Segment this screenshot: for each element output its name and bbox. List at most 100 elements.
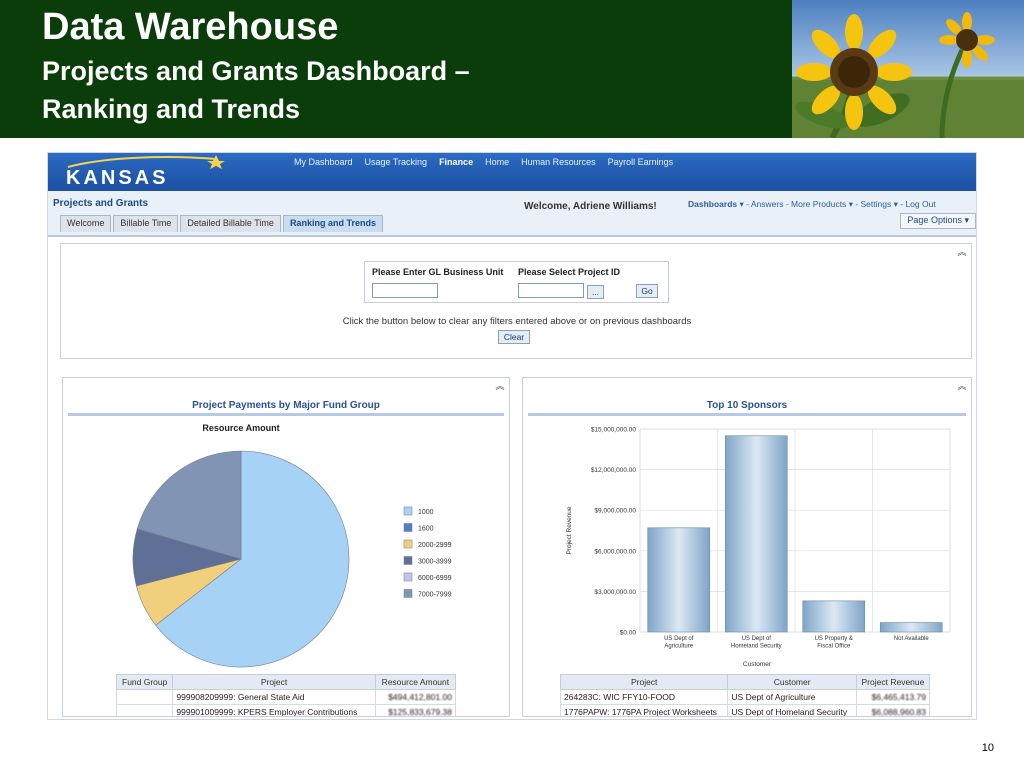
tab-billable-time[interactable]: Billable Time: [113, 215, 179, 232]
chevron-down-icon: ▾ ‑: [739, 199, 751, 209]
filter-panel: ︽ Please Enter GL Business Unit Please S…: [60, 243, 972, 359]
clear-button[interactable]: Clear: [498, 330, 530, 344]
settings-link[interactable]: Settings: [861, 199, 892, 209]
nav-my-dashboard[interactable]: My Dashboard: [294, 157, 353, 167]
panel-rule: [68, 413, 504, 416]
nav-finance[interactable]: Finance: [439, 157, 473, 167]
table-row: 1776PAPW: 1776PA Project Worksheets US D…: [559, 704, 931, 716]
nav-payroll-earnings[interactable]: Payroll Earnings: [608, 157, 674, 167]
project-cell: 999908209999: General State Aid: [172, 689, 376, 705]
answers-link[interactable]: Answers: [751, 199, 784, 209]
col-header[interactable]: Resource Amount: [374, 674, 457, 690]
legend-swatch: [403, 523, 413, 532]
bu-prompt-label: Please Enter GL Business Unit: [372, 267, 504, 277]
slide-header: Data Warehouse Projects and Grants Dashb…: [0, 0, 1024, 138]
page-number: 10: [981, 742, 994, 754]
slide-subtitle-line2: Ranking and Trends: [42, 94, 301, 124]
nav-human-resources[interactable]: Human Resources: [521, 157, 596, 167]
chevron-down-icon: ▾ ‑: [893, 199, 906, 209]
bar: [724, 435, 788, 633]
pie-panel-title: Project Payments by Major Fund Group: [192, 400, 380, 411]
project-revenue-cell: $6,088,960.83: [855, 704, 931, 716]
top-nav: My Dashboard Usage Tracking Finance Home…: [294, 157, 685, 167]
collapse-icon[interactable]: ︽: [957, 247, 967, 257]
y-tick-label: $0.00: [620, 630, 637, 637]
x-tick-label: US Property &: [815, 636, 853, 642]
pie-chart: Resource Amount 1000 1600 2000-2999 3000-399…: [132, 423, 452, 668]
tab-detailed-billable-time[interactable]: Detailed Billable Time: [180, 215, 281, 232]
collapse-icon[interactable]: ︽: [495, 381, 505, 391]
legend-swatch: [403, 506, 413, 516]
welcome-text: Welcome, Adriene Williams!: [524, 201, 657, 212]
panel-rule: [528, 413, 966, 416]
x-tick-label: Fiscal Office: [817, 644, 851, 650]
legend-label: 7000-7999: [418, 592, 452, 599]
bar: [647, 527, 711, 633]
sunflower-photo: [792, 0, 1024, 138]
col-header[interactable]: Project: [172, 674, 376, 690]
slide-title: Data Warehouse: [42, 6, 339, 48]
chevron-down-icon: ▾ ‑: [848, 199, 861, 209]
nav-usage-tracking[interactable]: Usage Tracking: [365, 157, 428, 167]
global-links: Dashboards ▾ ‑ Answers ‑ More Products ▾…: [688, 199, 936, 210]
col-header[interactable]: Customer: [727, 674, 857, 690]
tab-welcome[interactable]: Welcome: [60, 215, 112, 232]
dashboards-link[interactable]: Dashboards: [688, 199, 737, 209]
y-tick-label: $9,000,000.00: [594, 508, 636, 515]
project-cell: 264283C: WIC FFY10-FOOD: [559, 689, 729, 705]
customer-cell: US Dept of Agriculture: [727, 689, 857, 705]
tab-ranking-and-trends[interactable]: Ranking and Trends: [282, 215, 383, 232]
nav-home[interactable]: Home: [485, 157, 509, 167]
bar: [802, 600, 866, 633]
x-tick-label: Homeland Security: [731, 644, 782, 650]
pie-panel: ︽ Project Payments by Major Fund Group R…: [62, 377, 510, 717]
sponsor-table: Project Customer Project Revenue 264283C…: [559, 674, 931, 716]
legend-swatch: [403, 572, 413, 582]
fund-group-cell: [115, 689, 174, 705]
fund-group-table: Fund Group Project Resource Amount 99990…: [115, 674, 457, 716]
clear-instructions: Click the button below to clear any filt…: [342, 316, 692, 327]
col-header[interactable]: Project Revenue: [855, 674, 931, 690]
dashboard-tabs: Welcome Billable Time Detailed Billable …: [60, 215, 385, 232]
legend-swatch: [403, 589, 413, 598]
legend-label: 1000: [418, 509, 434, 516]
more-products-link[interactable]: More Products: [791, 199, 846, 209]
collapse-icon[interactable]: ︽: [957, 381, 967, 391]
business-unit-input[interactable]: [372, 283, 438, 298]
x-tick-label: Not Available: [894, 636, 930, 642]
legend-label: 2000-2999: [418, 542, 452, 549]
kansas-logo: KANSAS: [66, 167, 169, 189]
legend-label: 6000-6999: [418, 575, 452, 582]
go-button[interactable]: Go: [636, 284, 658, 298]
col-header[interactable]: Project: [559, 674, 729, 690]
dashboard-bar: Projects and Grants Welcome, Adriene Wil…: [48, 191, 976, 237]
fund-group-cell: [115, 704, 174, 716]
resource-amount-cell: $494,412,801.00: [374, 689, 457, 705]
table-row: 999901009999: KPERS Employer Contributio…: [115, 704, 457, 716]
logout-link[interactable]: Log Out: [905, 199, 935, 209]
bar: [879, 622, 943, 633]
resource-amount-cell: $125,833,679.38: [374, 704, 457, 716]
table-row: 999908209999: General State Aid $494,412…: [115, 689, 457, 705]
dashboard-title: Projects and Grants: [53, 198, 149, 209]
y-tick-label: $12,000,000.00: [591, 467, 637, 474]
project-id-input[interactable]: [518, 283, 584, 298]
legend-label: 1600: [418, 526, 434, 533]
bar-chart: $0.00 $3,000,000.00 $6,000,000.00 $9,000,00…: [566, 427, 951, 668]
col-header[interactable]: Fund Group: [115, 674, 174, 690]
x-tick-label: US Dept of: [742, 636, 772, 642]
y-tick-label: $6,000,000.00: [594, 548, 636, 555]
bar-panel: ︽ Top 10 Sponsors $0.00 $3,000,000.00 $6,0…: [522, 377, 972, 717]
app-window: KANSAS My Dashboard Usage Tracking Finan…: [47, 152, 977, 720]
page-options-label: Page Options: [907, 215, 962, 225]
slide-subtitle-line1: Projects and Grants Dashboard –: [42, 56, 470, 86]
legend-swatch: [403, 539, 413, 549]
pie-title: Resource Amount: [202, 423, 279, 433]
y-axis-label: Project Revenue: [566, 506, 573, 554]
page-options-button[interactable]: Page Options ▾: [900, 213, 976, 229]
browse-button[interactable]: ...: [587, 285, 604, 299]
legend-swatch: [403, 556, 413, 565]
y-tick-label: $3,000,000.00: [594, 589, 636, 596]
project-cell: 1776PAPW: 1776PA Project Worksheets: [559, 704, 729, 716]
bar-panel-title: Top 10 Sponsors: [706, 400, 788, 411]
